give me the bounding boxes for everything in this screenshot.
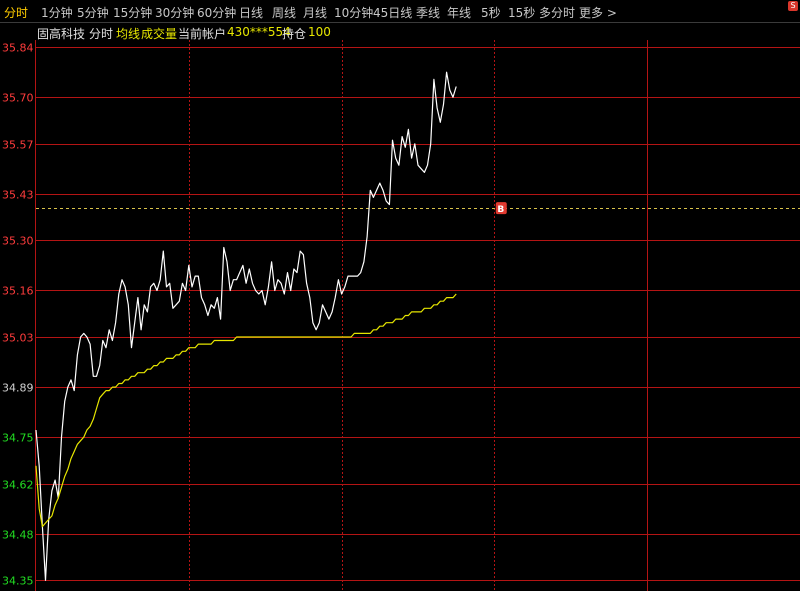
tab-daily[interactable]: 日线 (239, 4, 263, 21)
y-tick-label: 35.57 (2, 139, 34, 152)
y-tick-label: 34.35 (2, 575, 34, 588)
tab-10min[interactable]: 10分钟 (334, 4, 373, 21)
corner-badge[interactable]: S (788, 1, 798, 11)
position-value: 100 (308, 25, 331, 39)
y-tick-label: 35.30 (2, 235, 34, 248)
tab-1min[interactable]: 1分钟 (41, 4, 73, 21)
y-tick-label: 35.16 (2, 285, 34, 298)
period-tab-bar: 分时 1分钟 5分钟 15分钟 30分钟 60分钟 日线 周线 月线 10分钟 … (0, 0, 800, 23)
chart-info-bar: 固高科技 分时 均线 成交量 当前帐户 430***554 持仓 100 (0, 23, 800, 41)
intraday-price-chart: 35.84 35.70 35.57 35.43 35.30 35.16 35.03 34.89… (2, 40, 800, 591)
tab-5min[interactable]: 5分钟 (77, 4, 109, 21)
tab-45day[interactable]: 45日线 (373, 4, 412, 21)
tab-monthly[interactable]: 月线 (303, 4, 327, 21)
buy-marker-label: B (497, 205, 504, 215)
y-tick-label: 34.75 (2, 432, 34, 445)
y-tick-label: 34.89 (2, 382, 34, 395)
tab-more[interactable]: 更多 > (579, 4, 617, 21)
y-tick-label: 34.48 (2, 529, 34, 542)
y-tick-label: 35.70 (2, 92, 34, 105)
average-price-line (35, 293, 457, 528)
y-tick-label: 35.43 (2, 189, 34, 202)
y-tick-label: 35.84 (2, 42, 34, 55)
tab-yearly[interactable]: 年线 (447, 4, 471, 21)
tab-15min[interactable]: 15分钟 (113, 4, 152, 21)
y-tick-label: 34.62 (2, 479, 34, 492)
tab-5sec[interactable]: 5秒 (481, 4, 501, 21)
y-tick-label: 35.03 (2, 332, 34, 345)
tab-intraday[interactable]: 分时 (4, 4, 28, 21)
tab-quarterly[interactable]: 季线 (416, 4, 440, 21)
tab-60min[interactable]: 60分钟 (197, 4, 236, 21)
tab-15sec[interactable]: 15秒 (508, 4, 535, 21)
tab-weekly[interactable]: 周线 (272, 4, 296, 21)
tab-30min[interactable]: 30分钟 (155, 4, 194, 21)
price-line (35, 71, 457, 581)
tab-multi-intraday[interactable]: 多分时 (539, 4, 575, 21)
